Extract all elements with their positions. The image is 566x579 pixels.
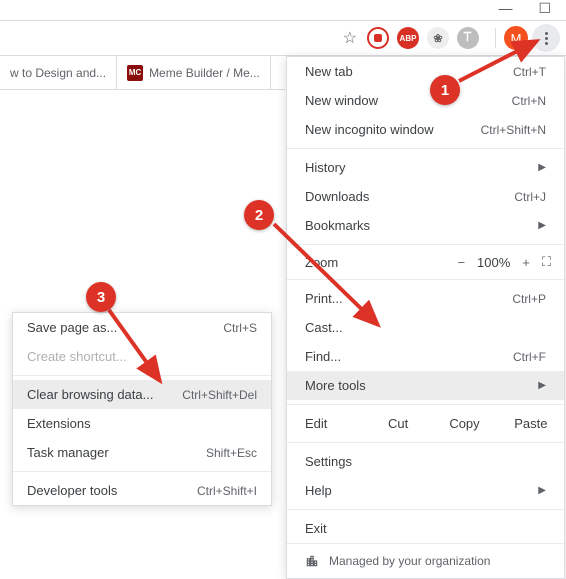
menu-separator — [287, 509, 564, 510]
menu-shortcut: Ctrl+J — [514, 190, 546, 204]
bookmark-star-icon[interactable]: ☆ — [343, 28, 357, 48]
menu-zoom: Zoom − 100% + ⛶ — [287, 249, 564, 275]
annotation-badge-1: 1 — [430, 75, 460, 105]
edit-paste-button[interactable]: Paste — [498, 416, 564, 431]
annotation-badge-2: 2 — [244, 200, 274, 230]
menu-label: New window — [305, 93, 378, 108]
more-menu-button[interactable] — [532, 24, 560, 52]
menu-shortcut: Ctrl+N — [512, 94, 546, 108]
extension-icon-2[interactable]: ABP — [397, 27, 419, 49]
menu-downloads[interactable]: Downloads Ctrl+J — [287, 182, 564, 211]
menu-separator — [287, 404, 564, 405]
managed-text: Managed by your organization — [329, 554, 490, 568]
menu-label: Exit — [305, 521, 327, 536]
submenu-extensions[interactable]: Extensions — [13, 409, 271, 438]
menu-label: Extensions — [27, 416, 91, 431]
menu-exit[interactable]: Exit — [287, 514, 564, 543]
menu-label: Settings — [305, 454, 352, 469]
menu-label: Print... — [305, 291, 343, 306]
browser-tab[interactable]: w to Design and... — [0, 56, 117, 90]
menu-shortcut: Ctrl+F — [513, 350, 546, 364]
menu-bookmarks[interactable]: Bookmarks ▶ — [287, 211, 564, 240]
menu-settings[interactable]: Settings — [287, 447, 564, 476]
menu-shortcut: Ctrl+P — [512, 292, 546, 306]
tab-favicon: MC — [127, 65, 143, 81]
chevron-right-icon: ▶ — [538, 162, 546, 173]
submenu-create-shortcut: Create shortcut... — [13, 342, 271, 371]
menu-label: New tab — [305, 64, 353, 79]
chevron-right-icon: ▶ — [538, 380, 546, 391]
menu-find[interactable]: Find... Ctrl+F — [287, 342, 564, 371]
browser-tab[interactable]: MC Meme Builder / Me... — [117, 56, 271, 90]
kebab-icon — [545, 32, 548, 45]
menu-new-tab[interactable]: New tab Ctrl+T — [287, 57, 564, 86]
menu-separator — [287, 279, 564, 280]
menu-separator — [287, 244, 564, 245]
menu-label: Clear browsing data... — [27, 387, 153, 402]
menu-cast[interactable]: Cast... — [287, 313, 564, 342]
tab-label: Meme Builder / Me... — [149, 66, 260, 80]
extension-icon-4[interactable]: 𐊗 — [457, 27, 479, 49]
profile-avatar[interactable]: M — [504, 26, 528, 50]
menu-help[interactable]: Help ▶ — [287, 476, 564, 505]
edit-cut-button[interactable]: Cut — [365, 416, 431, 431]
submenu-task-manager[interactable]: Task manager Shift+Esc — [13, 438, 271, 467]
menu-label: Help — [305, 483, 332, 498]
zoom-in-button[interactable]: + — [522, 255, 530, 270]
menu-label: Cast... — [305, 320, 343, 335]
menu-label: Downloads — [305, 189, 369, 204]
menu-label: Zoom — [305, 255, 457, 270]
chrome-main-menu: New tab Ctrl+T New window Ctrl+N New inc… — [286, 56, 565, 579]
menu-print[interactable]: Print... Ctrl+P — [287, 284, 564, 313]
menu-edit-row: Edit Cut Copy Paste — [287, 409, 564, 438]
menu-label: Task manager — [27, 445, 109, 460]
building-icon — [305, 554, 319, 568]
menu-more-tools[interactable]: More tools ▶ — [287, 371, 564, 400]
menu-shortcut: Ctrl+T — [513, 65, 546, 79]
separator — [495, 28, 496, 48]
menu-new-window[interactable]: New window Ctrl+N — [287, 86, 564, 115]
menu-incognito[interactable]: New incognito window Ctrl+Shift+N — [287, 115, 564, 144]
menu-shortcut: Ctrl+Shift+I — [197, 484, 257, 498]
zoom-level: 100% — [477, 255, 510, 270]
extension-icon-1[interactable] — [367, 27, 389, 49]
menu-history[interactable]: History ▶ — [287, 153, 564, 182]
menu-label: Edit — [305, 416, 365, 431]
menu-separator — [13, 375, 271, 376]
menu-label: Find... — [305, 349, 341, 364]
edit-copy-button[interactable]: Copy — [431, 416, 497, 431]
menu-shortcut: Shift+Esc — [206, 446, 257, 460]
minimize-button[interactable]: — — [498, 0, 512, 18]
tab-strip: w to Design and... MC Meme Builder / Me.… — [0, 56, 285, 90]
menu-label: More tools — [305, 378, 366, 393]
menu-label: Bookmarks — [305, 218, 370, 233]
menu-shortcut: Ctrl+Shift+N — [481, 123, 546, 137]
menu-label: History — [305, 160, 345, 175]
menu-shortcut: Ctrl+Shift+Del — [182, 388, 257, 402]
more-tools-submenu: Save page as... Ctrl+S Create shortcut..… — [12, 312, 272, 506]
menu-label: Save page as... — [27, 320, 117, 335]
menu-shortcut: Ctrl+S — [223, 321, 257, 335]
browser-toolbar: ☆ ABP ❀ 𐊗 M — [0, 20, 566, 56]
submenu-clear-browsing-data[interactable]: Clear browsing data... Ctrl+Shift+Del — [13, 380, 271, 409]
fullscreen-icon[interactable]: ⛶ — [542, 254, 550, 270]
window-controls: — ☐ ✕ — [484, 0, 565, 18]
chevron-right-icon: ▶ — [538, 485, 546, 496]
submenu-developer-tools[interactable]: Developer tools Ctrl+Shift+I — [13, 476, 271, 505]
submenu-save-page[interactable]: Save page as... Ctrl+S — [13, 313, 271, 342]
tab-label: w to Design and... — [10, 66, 106, 80]
chevron-right-icon: ▶ — [538, 220, 546, 231]
menu-label: Developer tools — [27, 483, 117, 498]
menu-separator — [287, 148, 564, 149]
menu-label: Create shortcut... — [27, 349, 127, 364]
managed-notice[interactable]: Managed by your organization — [287, 543, 564, 578]
maximize-button[interactable]: ☐ — [538, 0, 551, 18]
menu-separator — [287, 442, 564, 443]
menu-label: New incognito window — [305, 122, 434, 137]
zoom-out-button[interactable]: − — [457, 255, 465, 270]
extension-icon-3[interactable]: ❀ — [427, 27, 449, 49]
annotation-badge-3: 3 — [86, 282, 116, 312]
menu-separator — [13, 471, 271, 472]
